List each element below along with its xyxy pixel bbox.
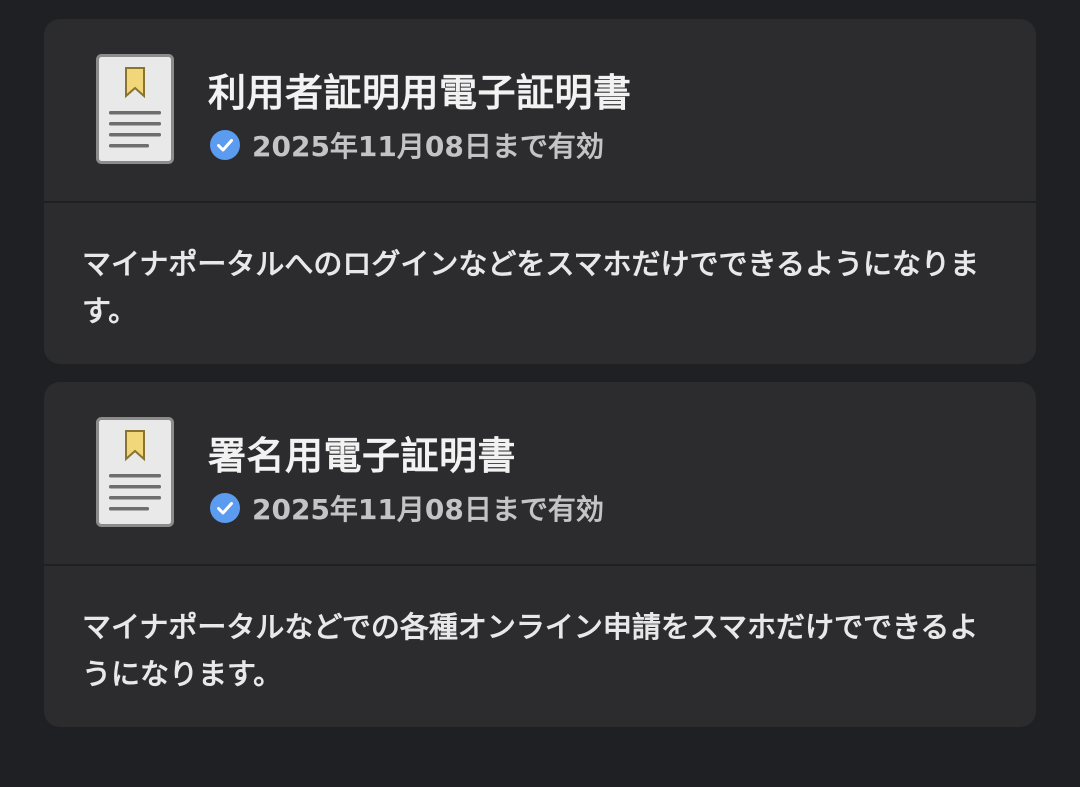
certificate-document-icon: [96, 417, 174, 527]
card-divider: [44, 564, 1036, 566]
certificate-header: 署名用電子証明書 2025年11月08日まで有効: [44, 382, 1036, 564]
certificate-document-icon: [96, 54, 174, 164]
certificate-title: 署名用電子証明書: [208, 434, 517, 478]
certificate-card-user[interactable]: 利用者証明用電子証明書 2025年11月08日まで有効 マイナポータルへのログイ…: [44, 19, 1036, 364]
certificate-header: 利用者証明用電子証明書 2025年11月08日まで有効: [44, 19, 1036, 201]
validity-text: 2025年11月08日まで有効: [252, 493, 604, 526]
certificate-title: 利用者証明用電子証明書: [208, 71, 632, 115]
check-circle-icon: [210, 493, 240, 523]
certificate-description: マイナポータルへのログインなどをスマホだけでできるようになります。: [82, 247, 979, 328]
certificate-description: マイナポータルなどでの各種オンライン申請をスマホだけでできるようになります。: [82, 610, 979, 691]
card-divider: [44, 201, 1036, 203]
certificate-card-signature[interactable]: 署名用電子証明書 2025年11月08日まで有効 マイナポータルなどでの各種オン…: [44, 382, 1036, 727]
check-circle-icon: [210, 130, 240, 160]
validity-row: 2025年11月08日まで有効: [210, 491, 604, 526]
validity-row: 2025年11月08日まで有効: [210, 128, 604, 163]
validity-text: 2025年11月08日まで有効: [252, 130, 604, 163]
